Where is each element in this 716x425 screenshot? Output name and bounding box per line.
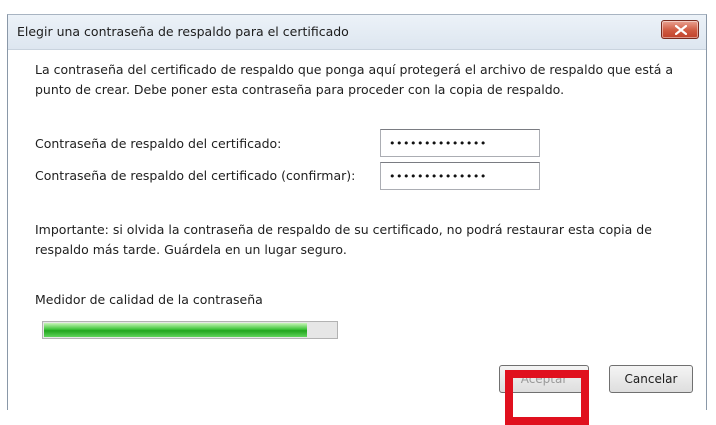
confirm-password-field[interactable]: •••••••••••••• xyxy=(380,162,540,190)
close-button[interactable] xyxy=(661,20,699,39)
close-icon xyxy=(675,25,687,35)
important-note: Importante: si olvida la contraseña de r… xyxy=(35,222,652,257)
confirm-password-label: Contraseña de respaldo del certificado (… xyxy=(35,168,356,183)
intro-text: La contraseña del certificado de respald… xyxy=(35,62,674,97)
dialog-title: Elegir una contraseña de respaldo para e… xyxy=(17,24,349,39)
highlight-box xyxy=(505,370,589,425)
certificate-password-dialog: Elegir una contraseña de respaldo para e… xyxy=(7,14,707,425)
title-bar: Elegir una contraseña de respaldo para e… xyxy=(8,15,706,50)
cancel-button[interactable]: Cancelar xyxy=(609,365,693,393)
password-field[interactable]: •••••••••••••• xyxy=(380,129,540,157)
password-strength-label: Medidor de calidad de la contraseña xyxy=(35,292,263,307)
password-strength-meter xyxy=(42,321,338,339)
password-strength-fill xyxy=(44,323,307,337)
password-label: Contraseña de respaldo del certificado: xyxy=(35,136,282,151)
